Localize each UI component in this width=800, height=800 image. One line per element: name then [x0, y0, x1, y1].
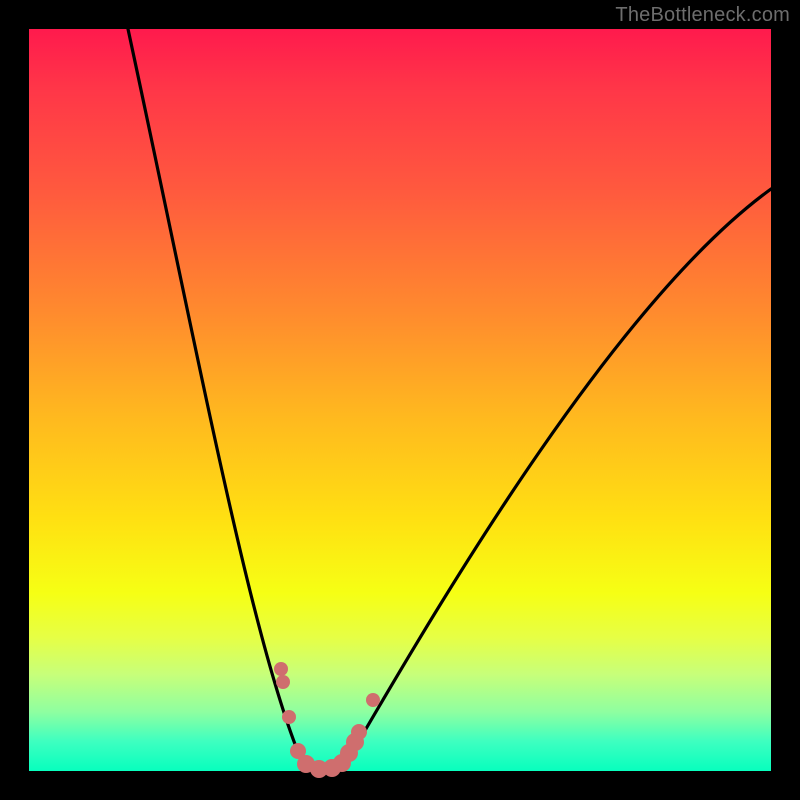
- marker-cluster: [274, 662, 380, 778]
- chart-frame: TheBottleneck.com: [0, 0, 800, 800]
- curve-marker: [276, 675, 290, 689]
- curve-marker: [274, 662, 288, 676]
- bottleneck-curve: [128, 29, 771, 766]
- curve-marker: [351, 724, 367, 740]
- watermark-text: TheBottleneck.com: [615, 4, 790, 27]
- curve-layer: [29, 29, 771, 771]
- curve-marker: [366, 693, 380, 707]
- curve-marker: [282, 710, 296, 724]
- plot-area: [29, 29, 771, 771]
